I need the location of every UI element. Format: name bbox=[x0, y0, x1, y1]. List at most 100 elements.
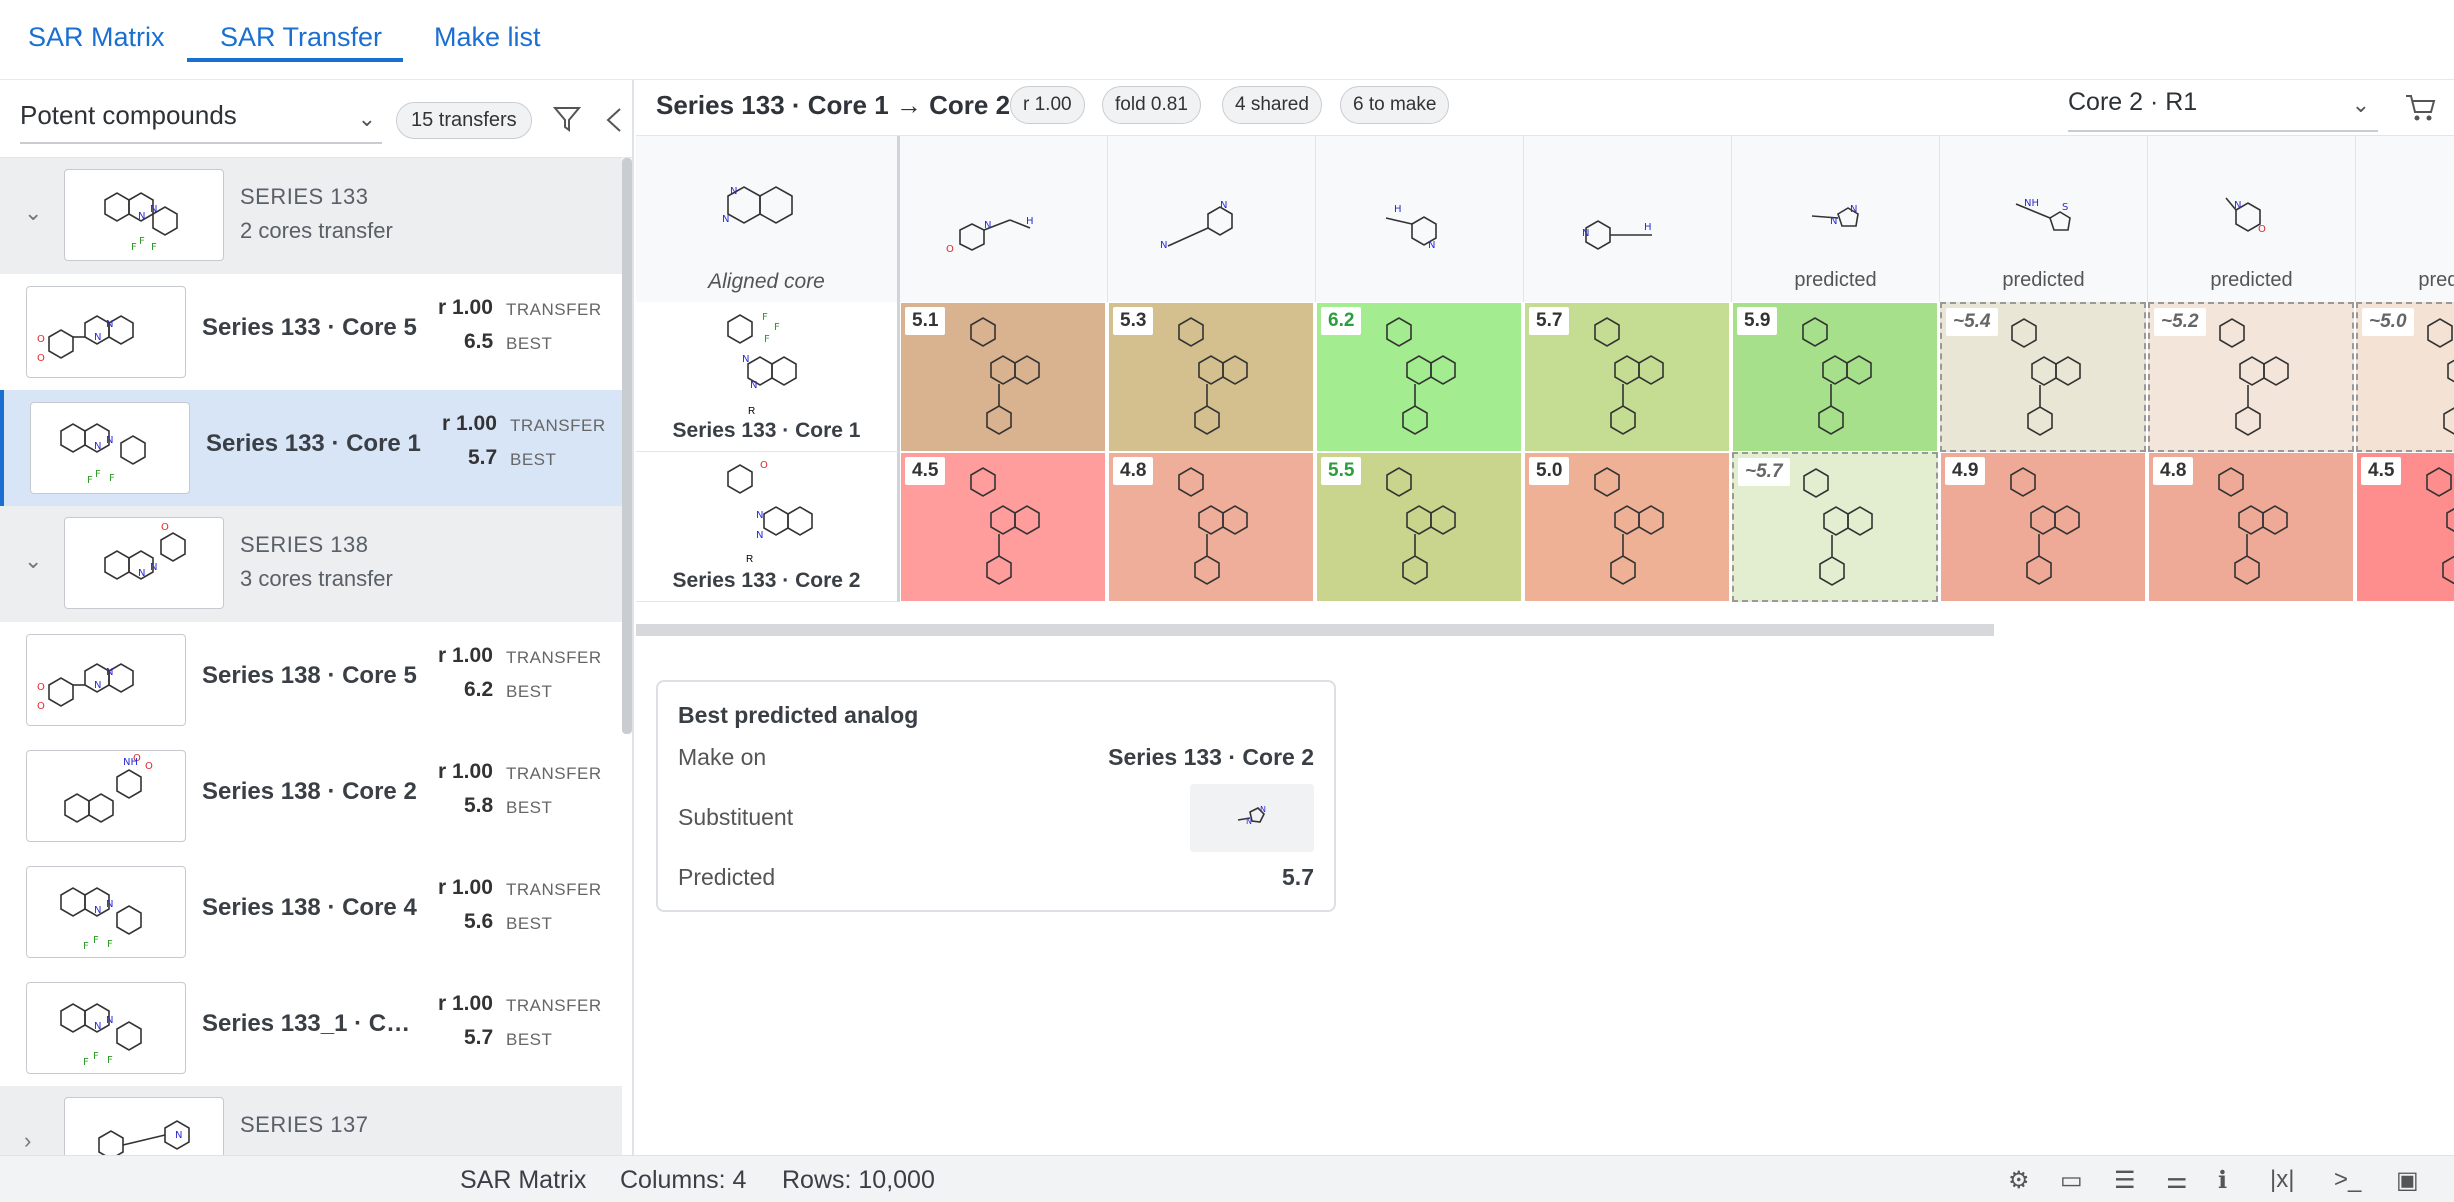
transfer-r-value: r 1.00 bbox=[438, 644, 493, 667]
tab-make-list[interactable]: Make list bbox=[434, 22, 541, 53]
compound-set-dropdown[interactable]: Potent compounds ⌄ bbox=[20, 100, 382, 144]
matrix-cell[interactable]: 4.9 bbox=[1940, 452, 2146, 602]
transfer-r-value: r 1.00 bbox=[438, 876, 493, 899]
analog-structure bbox=[1594, 467, 1664, 585]
r-group-column-header[interactable]: NN bbox=[1108, 136, 1316, 302]
core-row-header[interactable]: FFF N N R Series 133 · Core 1 bbox=[636, 302, 900, 452]
r-group-column-header[interactable]: HN bbox=[1316, 136, 1524, 302]
tab-sar-matrix[interactable]: SAR Matrix bbox=[28, 22, 165, 53]
matrix-cell[interactable]: 4.5 bbox=[900, 452, 1106, 602]
list-icon[interactable]: ☰ bbox=[2114, 1166, 2136, 1195]
transfers-count-pill: 15 transfers bbox=[396, 102, 532, 139]
to-make-badge: 6 to make bbox=[1340, 86, 1450, 124]
transfer-list-item[interactable]: OO NN Series 133 · Core 5 r 1.00 TRANSFE… bbox=[0, 274, 622, 390]
best-label: BEST bbox=[506, 682, 553, 701]
matrix-horizontal-scrollbar[interactable] bbox=[636, 624, 1994, 636]
svg-text:F: F bbox=[109, 473, 115, 484]
chevron-down-icon[interactable]: ⌄ bbox=[24, 200, 42, 226]
transfer-item-name: Series 133 · Core 1 bbox=[206, 430, 421, 457]
r-group-column-header-predicted[interactable]: NH S predicted bbox=[1940, 136, 2148, 302]
matrix-cell[interactable]: 5.3 bbox=[1108, 302, 1314, 452]
matrix-cell[interactable]: 4.8 bbox=[2148, 452, 2354, 602]
core-structure-thumbnail: NN FFF bbox=[30, 402, 190, 494]
svg-text:H: H bbox=[1644, 222, 1652, 233]
matrix-cell[interactable]: 6.2 bbox=[1316, 302, 1522, 452]
core-structure-thumbnail: OO NN bbox=[26, 634, 186, 726]
r-group-column-header[interactable]: O N H bbox=[900, 136, 1108, 302]
core-row-header[interactable]: O NN R Series 133 · Core 2 bbox=[636, 452, 900, 602]
svg-text:S: S bbox=[2062, 202, 2068, 213]
matrix-cell[interactable]: ~5.0 bbox=[2356, 302, 2454, 452]
collapse-panel-icon[interactable] bbox=[602, 106, 626, 134]
svg-text:F: F bbox=[774, 322, 780, 333]
series-group-133[interactable]: ⌄ NN FFF SERIES 133 2 cores transfer bbox=[0, 158, 622, 274]
robot-icon[interactable]: ⚙ bbox=[2008, 1166, 2030, 1195]
chevron-down-icon: ⌄ bbox=[357, 106, 376, 131]
series-group-title: SERIES 133 bbox=[240, 184, 369, 209]
analog-structure bbox=[2427, 318, 2454, 435]
r-group-column-header-predicted[interactable]: N O predicted bbox=[2148, 136, 2356, 302]
svg-text:N: N bbox=[722, 214, 729, 225]
svg-text:N: N bbox=[94, 1021, 101, 1032]
list-scrollbar[interactable] bbox=[622, 158, 632, 734]
series-group-subtitle: 2 cores transfer bbox=[240, 218, 393, 243]
transfer-r-value: r 1.00 bbox=[442, 412, 497, 435]
matrix-cell[interactable]: ~5.7 bbox=[1732, 452, 1938, 602]
info-icon[interactable]: ℹ bbox=[2218, 1166, 2227, 1195]
analog-structure bbox=[2010, 467, 2080, 585]
matrix-cell[interactable]: 5.5 bbox=[1316, 452, 1522, 602]
transfer-item-name: Series 138 · Core 4 bbox=[202, 894, 417, 921]
transfer-list-item[interactable]: OO NN Series 138 · Core 5 r 1.00 TRANSFE… bbox=[0, 622, 622, 738]
sliders-icon[interactable]: ⚌ bbox=[2166, 1166, 2188, 1195]
svg-text:O: O bbox=[145, 761, 153, 772]
presentation-icon[interactable]: ▣ bbox=[2396, 1166, 2419, 1195]
r-group-column-header-predicted[interactable]: predicted bbox=[2356, 136, 2454, 302]
transfer-list-item[interactable]: NN FFF Series 133_1 · Cor... r 1.00 TRAN… bbox=[0, 970, 622, 1086]
matrix-cell[interactable]: ~5.2 bbox=[2148, 302, 2354, 452]
series-group-137[interactable]: › O N SERIES 137 bbox=[0, 1086, 622, 1155]
transfer-list-item-selected[interactable]: NN FFF Series 133 · Core 1 r 1.00 TRANSF… bbox=[0, 390, 622, 506]
matrix-cell[interactable]: 5.0 bbox=[1524, 452, 1730, 602]
core-select-value: Core 2 · R1 bbox=[2068, 88, 2198, 116]
svg-text:O: O bbox=[2258, 224, 2266, 235]
matrix-cell[interactable]: 4.8 bbox=[1108, 452, 1314, 602]
chevron-down-icon[interactable]: ⌄ bbox=[24, 548, 42, 574]
cart-icon[interactable] bbox=[2404, 92, 2438, 122]
r-group-column-header[interactable]: NH bbox=[1524, 136, 1732, 302]
svg-text:N: N bbox=[2234, 200, 2241, 211]
transfer-title: Series 133 · Core 1 → Core 2 bbox=[656, 90, 1011, 120]
matrix-cell[interactable]: ~5.4 bbox=[1940, 302, 2146, 452]
r-group-column-header-predicted[interactable]: N N predicted bbox=[1732, 136, 1940, 302]
svg-text:N: N bbox=[1428, 240, 1435, 251]
matrix-cell[interactable]: 5.7 bbox=[1524, 302, 1730, 452]
chevron-right-icon[interactable]: › bbox=[24, 1128, 31, 1154]
predicted-label: predicted bbox=[2418, 269, 2454, 291]
svg-text:N: N bbox=[756, 530, 763, 541]
svg-text:N: N bbox=[730, 186, 737, 197]
svg-text:F: F bbox=[83, 1057, 89, 1068]
series-group-138[interactable]: ⌄ O NN SERIES 138 3 cores transfer bbox=[0, 506, 622, 622]
tab-sar-transfer[interactable]: SAR Transfer bbox=[220, 22, 382, 53]
filter-icon[interactable] bbox=[552, 104, 582, 134]
svg-text:N: N bbox=[94, 332, 101, 343]
transfer-list-item[interactable]: OO NH Series 138 · Core 2 r 1.00 TRANSFE… bbox=[0, 738, 622, 854]
analog-structure bbox=[1594, 317, 1664, 435]
variable-icon[interactable]: |x| bbox=[2270, 1166, 2294, 1194]
transfer-label: TRANSFER bbox=[510, 416, 606, 435]
matrix-cell[interactable]: 5.9 bbox=[1732, 302, 1938, 452]
svg-text:F: F bbox=[95, 469, 101, 480]
svg-text:N: N bbox=[150, 204, 157, 215]
series-group-title: SERIES 138 bbox=[240, 532, 369, 557]
transfer-item-name: Series 138 · Core 2 bbox=[202, 778, 417, 805]
transfer-list: ⌄ NN FFF SERIES 133 2 cores transfer O O… bbox=[0, 158, 622, 1155]
window-icon[interactable]: ▭ bbox=[2060, 1166, 2083, 1195]
svg-text:O: O bbox=[37, 334, 45, 345]
matrix-cell[interactable]: 4.5 bbox=[2356, 452, 2454, 602]
transfer-list-item[interactable]: NN FFF Series 138 · Core 4 r 1.00 TRANSF… bbox=[0, 854, 622, 970]
matrix-cell[interactable]: 5.1 bbox=[900, 302, 1106, 452]
transfer-item-name: Series 133 · Core 5 bbox=[202, 314, 417, 341]
core-r-group-select[interactable]: Core 2 · R1 ⌄ bbox=[2068, 88, 2378, 132]
svg-text:F: F bbox=[83, 941, 89, 952]
terminal-icon[interactable]: >_ bbox=[2334, 1166, 2361, 1194]
best-value: 5.7 bbox=[464, 1026, 494, 1049]
